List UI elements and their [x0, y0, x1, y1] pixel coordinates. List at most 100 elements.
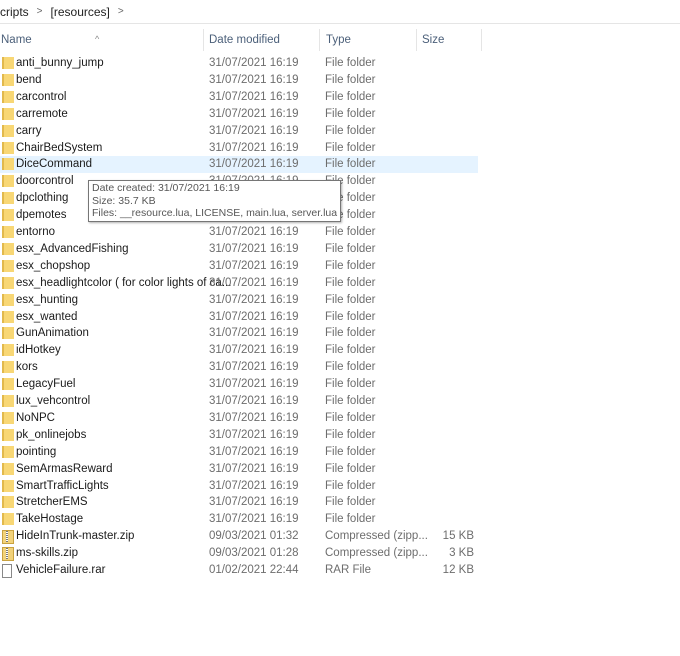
folder-icon	[2, 462, 14, 475]
file-name: carcontrol	[16, 90, 67, 103]
column-divider[interactable]	[203, 29, 204, 51]
folder-icon	[2, 192, 14, 205]
file-size: 12 KB	[442, 564, 474, 576]
file-type: File folder	[325, 259, 376, 272]
file-name: lux_vehcontrol	[16, 395, 91, 407]
file-name: GunAnimation	[16, 327, 89, 340]
file-row[interactable]: GunAnimation 31/07/2021 16:19 File folder	[0, 325, 478, 342]
date-modified: 31/07/2021 16:19	[209, 378, 299, 391]
folder-icon	[2, 158, 14, 171]
file-type: File folder	[325, 107, 376, 120]
column-divider[interactable]	[416, 29, 417, 51]
column-divider[interactable]	[319, 29, 320, 51]
file-row[interactable]: esx_chopshop 31/07/2021 16:19 File folder	[0, 258, 478, 275]
file-type: File folder	[325, 513, 376, 526]
file-name: LegacyFuel	[16, 378, 76, 391]
file-row[interactable]: HideInTrunk-master.zip 09/03/2021 01:32 Co…	[0, 528, 478, 545]
chevron-right-icon[interactable]: >	[118, 6, 124, 17]
file-type: File folder	[325, 327, 376, 340]
folder-icon	[2, 226, 14, 238]
file-type: File folder	[325, 361, 376, 374]
file-row[interactable]: SmartTrafficLights 31/07/2021 16:19 File f…	[0, 478, 478, 495]
file-row[interactable]: entorno 31/07/2021 16:19 File folder	[0, 224, 478, 241]
date-modified: 31/07/2021 16:19	[209, 327, 299, 340]
column-date[interactable]: Date modified	[209, 34, 280, 46]
file-row[interactable]: carremote 31/07/2021 16:19 File folder	[0, 106, 478, 123]
folder-icon	[2, 276, 14, 289]
file-name: bend	[16, 73, 42, 86]
file-type: RAR File	[325, 564, 372, 576]
file-row[interactable]: esx_AdvancedFishing 31/07/2021 16:19 File …	[0, 241, 478, 258]
file-row[interactable]: TakeHostage 31/07/2021 16:19 File folder	[0, 511, 478, 528]
date-modified: 31/07/2021 16:19	[209, 90, 299, 103]
file-row[interactable]: anti_bunny_jump 31/07/2021 16:19 File fold…	[0, 55, 478, 72]
file-row[interactable]: DiceCommand 31/07/2021 16:19 File folder	[0, 156, 478, 174]
file-row[interactable]: carcontrol 31/07/2021 16:19 File folder	[0, 89, 478, 106]
sort-ascending-icon: ^	[95, 34, 100, 44]
date-modified: 31/07/2021 16:19	[209, 361, 299, 374]
file-type: File folder	[325, 276, 376, 289]
column-type[interactable]: Type	[326, 34, 351, 46]
file-row[interactable]: carry 31/07/2021 16:19 File folder	[0, 123, 478, 140]
file-row[interactable]: esx_headlightcolor ( for color lights of…	[0, 275, 478, 292]
file-size: 15 KB	[442, 530, 474, 543]
date-modified: 09/03/2021 01:28	[209, 547, 299, 560]
breadcrumb-item[interactable]: [resources]	[51, 5, 110, 19]
file-row[interactable]: lux_vehcontrol 31/07/2021 16:19 File folde…	[0, 393, 478, 410]
file-row[interactable]: NoNPC 31/07/2021 16:19 File folder	[0, 410, 478, 427]
file-row[interactable]: pointing 31/07/2021 16:19 File folder	[0, 444, 478, 461]
file-type: File folder	[325, 496, 376, 509]
date-modified: 31/07/2021 16:19	[209, 479, 299, 492]
file-row[interactable]: idHotkey 31/07/2021 16:19 File folder	[0, 342, 478, 359]
file-name: DiceCommand	[16, 158, 93, 171]
folder-icon	[2, 175, 14, 188]
file-type: File folder	[325, 124, 376, 137]
column-size[interactable]: Size	[422, 34, 444, 46]
file-name: anti_bunny_jump	[16, 57, 104, 69]
file-type: File folder	[325, 73, 376, 86]
date-modified: 31/07/2021 16:19	[209, 445, 299, 458]
file-row[interactable]: esx_hunting 31/07/2021 16:19 File folder	[0, 292, 478, 309]
file-row[interactable]: VehicleFailure.rar 01/02/2021 22:44 RAR Fi…	[0, 562, 478, 579]
zip-icon	[2, 547, 14, 562]
file-type: File folder	[325, 344, 376, 357]
folder-icon	[2, 242, 14, 255]
date-modified: 09/03/2021 01:32	[209, 530, 299, 543]
file-row[interactable]: SemArmasReward 31/07/2021 16:19 File folde…	[0, 461, 478, 478]
file-row[interactable]: LegacyFuel 31/07/2021 16:19 File folder	[0, 376, 478, 393]
file-name: doorcontrol	[16, 175, 74, 188]
tooltip: Date created: 31/07/2021 16:19 Size: 35.…	[88, 180, 342, 222]
file-type: File folder	[325, 310, 376, 323]
file-name: StretcherEMS	[16, 496, 88, 509]
file-type: File folder	[325, 90, 376, 103]
file-name: ms-skills.zip	[16, 547, 78, 560]
file-name: SemArmasReward	[16, 462, 113, 475]
tooltip-date-created: Date created: 31/07/2021 16:19	[92, 182, 240, 194]
file-name: idHotkey	[16, 344, 61, 357]
file-type: File folder	[325, 293, 376, 306]
file-type: File folder	[325, 226, 376, 238]
file-row[interactable]: ms-skills.zip 09/03/2021 01:28 Compressed …	[0, 545, 478, 562]
file-row[interactable]: esx_wanted 31/07/2021 16:19 File folder	[0, 309, 478, 326]
column-divider[interactable]	[481, 29, 482, 51]
folder-icon	[2, 73, 14, 86]
file-icon	[2, 564, 12, 578]
folder-icon	[2, 378, 14, 391]
date-modified: 31/07/2021 16:19	[209, 293, 299, 306]
date-modified: 31/07/2021 16:19	[209, 158, 299, 171]
folder-icon	[2, 445, 14, 458]
file-row[interactable]: bend 31/07/2021 16:19 File folder	[0, 72, 478, 89]
chevron-right-icon[interactable]: >	[37, 6, 43, 17]
file-row[interactable]: pk_onlinejobs 31/07/2021 16:19 File folder	[0, 427, 478, 444]
file-name: kors	[16, 361, 38, 374]
file-row[interactable]: kors 31/07/2021 16:19 File folder	[0, 359, 478, 376]
breadcrumb-item[interactable]: cripts	[0, 5, 29, 19]
file-row[interactable]: ChairBedSystem 31/07/2021 16:19 File folde…	[0, 140, 478, 157]
column-name[interactable]: Name	[1, 34, 32, 46]
folder-icon	[2, 124, 14, 137]
file-type: File folder	[325, 428, 376, 441]
file-type: File folder	[325, 462, 376, 475]
file-name: VehicleFailure.rar	[16, 564, 106, 576]
file-row[interactable]: StretcherEMS 31/07/2021 16:19 File folder	[0, 494, 478, 511]
tooltip-size: Size: 35.7 KB	[92, 194, 156, 207]
